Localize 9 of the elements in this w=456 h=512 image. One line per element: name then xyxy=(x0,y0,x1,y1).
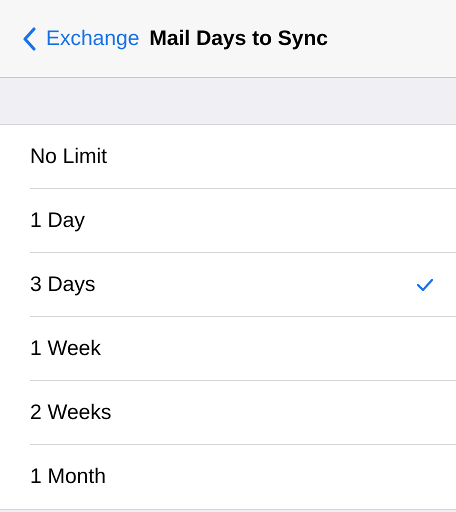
back-chevron-icon xyxy=(22,26,36,50)
option-row[interactable]: 2 Weeks xyxy=(30,381,456,445)
option-row[interactable]: No Limit xyxy=(30,125,456,189)
option-row[interactable]: 1 Month xyxy=(30,445,456,509)
option-row[interactable]: 1 Day xyxy=(30,189,456,253)
screen-title: Mail Days to Sync xyxy=(149,26,328,50)
option-row[interactable]: 1 Week xyxy=(30,317,456,381)
back-button[interactable]: Exchange xyxy=(22,26,140,50)
option-row[interactable]: 3 Days xyxy=(30,253,456,317)
